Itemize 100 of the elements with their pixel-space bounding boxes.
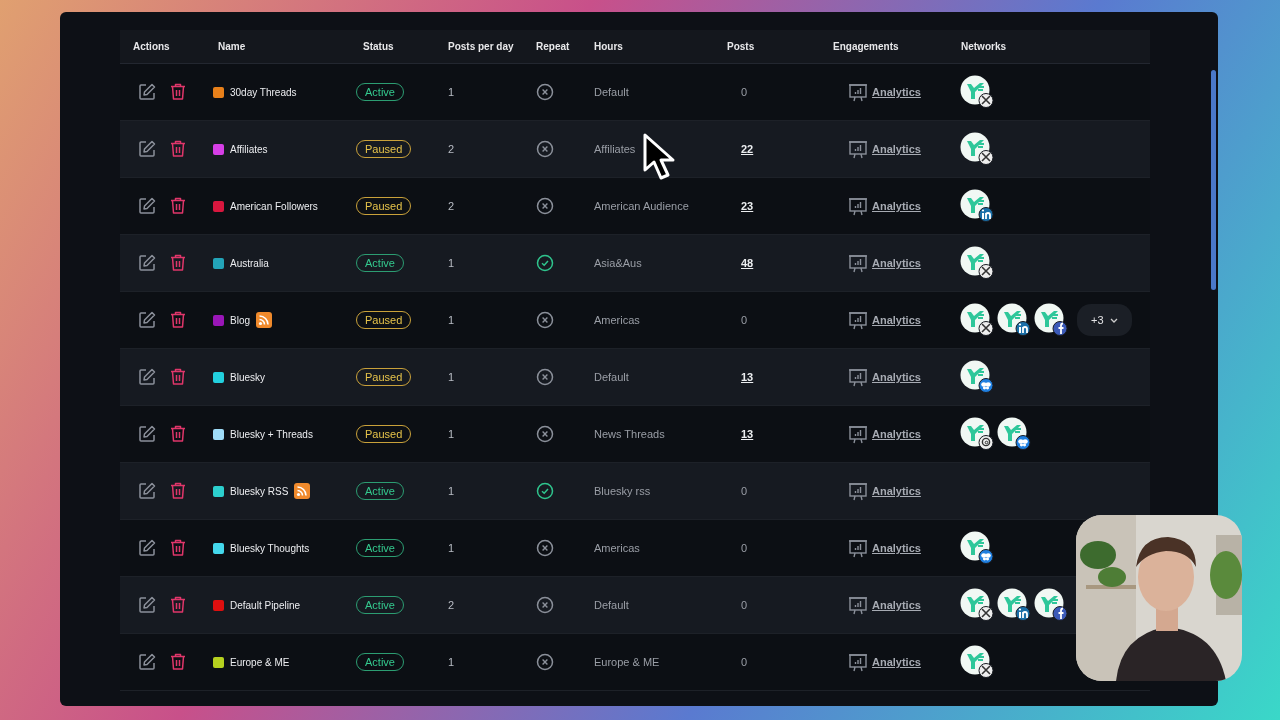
campaign-name[interactable]: American Followers xyxy=(230,200,318,212)
hours-name: Europe & ME xyxy=(594,656,660,668)
hours-name: Default xyxy=(594,86,629,98)
campaign-name[interactable]: Affiliates xyxy=(230,143,268,155)
edit-icon[interactable] xyxy=(137,424,157,444)
posts-count: 0 xyxy=(741,485,748,497)
edit-icon[interactable] xyxy=(137,652,157,672)
analytics-icon xyxy=(848,538,868,558)
trash-icon[interactable] xyxy=(169,652,187,672)
avatar-butterfly-badge-icon[interactable] xyxy=(960,531,994,565)
edit-icon[interactable] xyxy=(137,139,157,159)
avatar-x-badge-icon[interactable] xyxy=(960,246,994,280)
avatar-x-badge-icon[interactable] xyxy=(960,75,994,109)
campaign-name[interactable]: Blog xyxy=(230,314,250,326)
hours-name: News Threads xyxy=(594,428,665,440)
analytics-link[interactable]: Analytics xyxy=(872,86,921,98)
hours-name: Americas xyxy=(594,314,640,326)
edit-icon[interactable] xyxy=(137,196,157,216)
posts-per-day: 1 xyxy=(448,257,455,269)
analytics-link[interactable]: Analytics xyxy=(872,257,921,269)
analytics-link[interactable]: Analytics xyxy=(872,371,921,383)
column-header: Repeat xyxy=(536,41,570,52)
avatar-butterfly-badge-icon[interactable] xyxy=(960,360,994,394)
analytics-link[interactable]: Analytics xyxy=(872,143,921,155)
campaign-name[interactable]: 30day Threads xyxy=(230,86,297,98)
hours-name: Americas xyxy=(594,542,640,554)
analytics-link[interactable]: Analytics xyxy=(872,314,921,326)
posts-count: 0 xyxy=(741,656,748,668)
posts-count-link[interactable]: 13 xyxy=(741,428,754,440)
posts-count: 0 xyxy=(741,599,748,611)
analytics-link[interactable]: Analytics xyxy=(872,428,921,440)
posts-count-link[interactable]: 13 xyxy=(741,371,754,383)
posts-per-day: 1 xyxy=(448,86,455,98)
edit-icon[interactable] xyxy=(137,253,157,273)
edit-icon[interactable] xyxy=(137,310,157,330)
posts-per-day: 1 xyxy=(448,428,455,440)
column-header: Hours xyxy=(594,41,623,52)
analytics-link[interactable]: Analytics xyxy=(872,542,921,554)
edit-icon[interactable] xyxy=(137,481,157,501)
trash-icon[interactable] xyxy=(169,196,187,216)
avatar-threads-badge-icon[interactable] xyxy=(960,417,994,451)
analytics-icon xyxy=(848,139,868,159)
edit-icon[interactable] xyxy=(137,82,157,102)
posts-per-day: 2 xyxy=(448,599,455,611)
posts-count: 0 xyxy=(741,542,748,554)
column-header: Posts per day xyxy=(448,41,514,52)
avatar-x-badge-icon[interactable] xyxy=(960,645,994,679)
trash-icon[interactable] xyxy=(169,82,187,102)
trash-icon[interactable] xyxy=(169,367,187,387)
posts-per-day: 1 xyxy=(448,485,455,497)
posts-count-link[interactable]: 22 xyxy=(741,143,754,155)
column-header: Posts xyxy=(727,41,755,52)
analytics-link[interactable]: Analytics xyxy=(872,599,921,611)
scrollbar[interactable] xyxy=(1211,70,1216,290)
trash-icon[interactable] xyxy=(169,481,187,501)
analytics-link[interactable]: Analytics xyxy=(872,485,921,497)
posts-count-link[interactable]: 48 xyxy=(741,257,754,269)
analytics-link[interactable]: Analytics xyxy=(872,656,921,668)
column-header: Name xyxy=(218,41,246,52)
posts-per-day: 1 xyxy=(448,656,455,668)
campaign-name[interactable]: Bluesky Thoughts xyxy=(230,542,310,554)
column-header: Networks xyxy=(961,41,1006,52)
avatar-x-badge-icon[interactable] xyxy=(960,132,994,166)
avatar-linkedin-badge-icon[interactable] xyxy=(960,189,994,223)
analytics-icon xyxy=(848,310,868,330)
more-networks-button[interactable]: +3 xyxy=(1077,304,1132,336)
avatar-linkedin-badge-icon[interactable] xyxy=(997,588,1031,622)
trash-icon[interactable] xyxy=(169,310,187,330)
avatar-x-badge-icon[interactable] xyxy=(960,303,994,337)
trash-icon[interactable] xyxy=(169,424,187,444)
trash-icon[interactable] xyxy=(169,253,187,273)
trash-icon[interactable] xyxy=(169,595,187,615)
analytics-link[interactable]: Analytics xyxy=(872,200,921,212)
trash-icon[interactable] xyxy=(169,139,187,159)
campaign-name[interactable]: Europe & ME xyxy=(230,656,290,668)
trash-icon[interactable] xyxy=(169,538,187,558)
edit-icon[interactable] xyxy=(137,595,157,615)
analytics-icon xyxy=(848,652,868,672)
posts-count-link[interactable]: 23 xyxy=(741,200,754,212)
analytics-icon xyxy=(848,424,868,444)
hours-name: American Audience xyxy=(594,200,689,212)
avatar-facebook-badge-icon[interactable] xyxy=(1034,588,1068,622)
campaign-name[interactable]: Bluesky xyxy=(230,371,265,383)
avatar-facebook-badge-icon[interactable] xyxy=(1034,303,1068,337)
analytics-icon xyxy=(848,367,868,387)
edit-icon[interactable] xyxy=(137,367,157,387)
chevron-down-icon xyxy=(1109,317,1118,323)
edit-icon[interactable] xyxy=(137,538,157,558)
column-header: Status xyxy=(363,41,394,52)
campaign-name[interactable]: Bluesky RSS xyxy=(230,485,289,497)
hours-name: Bluesky rss xyxy=(594,485,651,497)
campaign-name[interactable]: Australia xyxy=(230,257,269,269)
posts-per-day: 2 xyxy=(448,200,455,212)
avatar-x-badge-icon[interactable] xyxy=(960,588,994,622)
campaign-name[interactable]: Bluesky + Threads xyxy=(230,428,313,440)
analytics-icon xyxy=(848,82,868,102)
avatar-butterfly-badge-icon[interactable] xyxy=(997,417,1031,451)
avatar-linkedin-badge-icon[interactable] xyxy=(997,303,1031,337)
campaign-name[interactable]: Default Pipeline xyxy=(230,599,301,611)
column-header: Actions xyxy=(133,41,170,52)
